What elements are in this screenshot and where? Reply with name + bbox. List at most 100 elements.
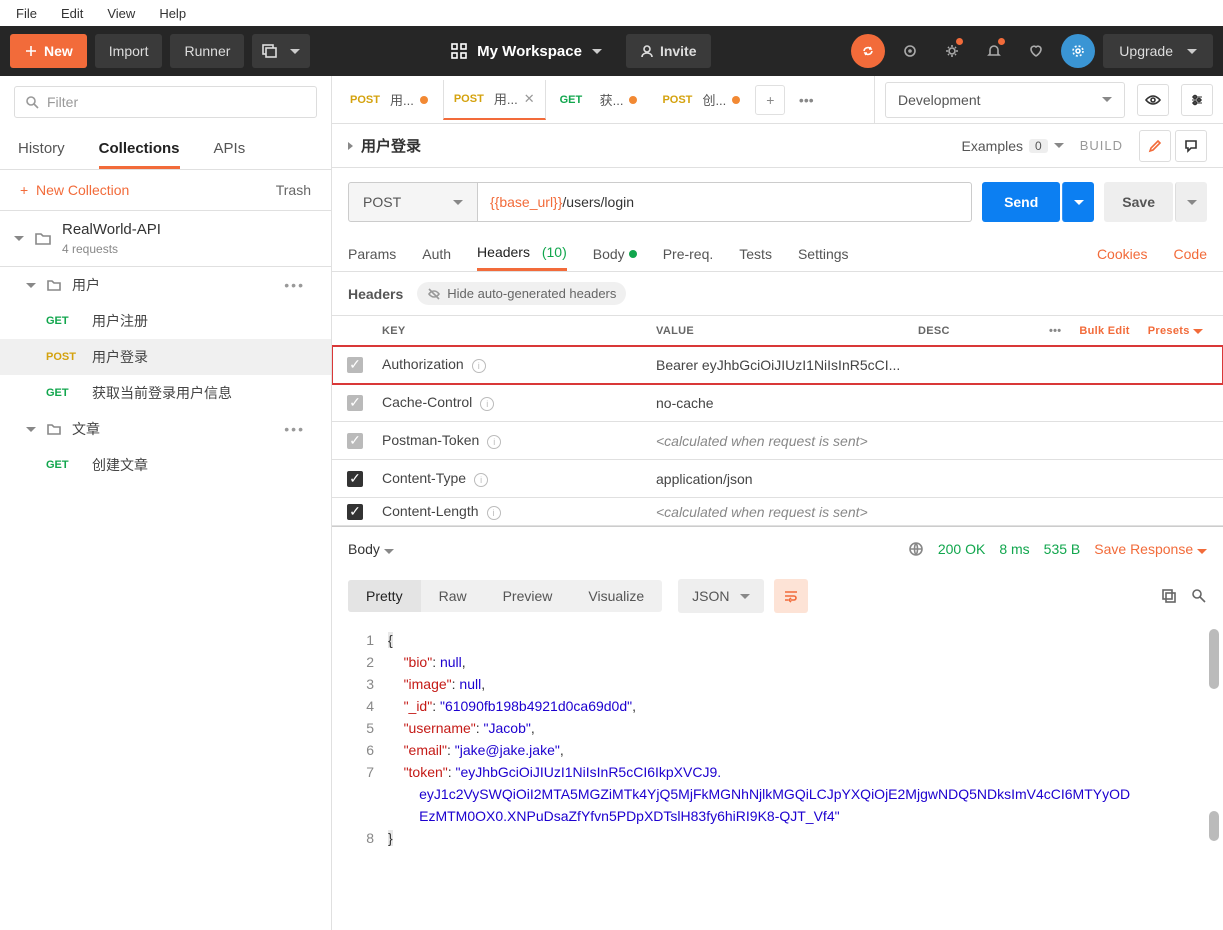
tab-tests[interactable]: Tests xyxy=(739,236,772,271)
header-row[interactable]: ✓ Content-Lengthi <calculated when reque… xyxy=(332,498,1223,526)
tab-body[interactable]: Body xyxy=(593,236,637,271)
import-button[interactable]: Import xyxy=(95,34,163,68)
env-settings-icon[interactable] xyxy=(1181,84,1213,116)
size-text: 535 B xyxy=(1044,541,1081,557)
menu-edit[interactable]: Edit xyxy=(51,4,93,23)
checkbox[interactable]: ✓ xyxy=(347,357,363,373)
format-select[interactable]: JSON xyxy=(678,579,763,613)
sync-icon[interactable] xyxy=(851,34,885,68)
body-dropdown[interactable]: Body xyxy=(348,541,394,557)
scrollbar[interactable] xyxy=(1209,629,1219,689)
tab-collections[interactable]: Collections xyxy=(99,140,180,169)
hide-generated-button[interactable]: Hide auto-generated headers xyxy=(417,282,626,305)
env-preview-icon[interactable] xyxy=(1137,84,1169,116)
time-text: 8 ms xyxy=(999,541,1029,557)
save-response-link[interactable]: Save Response xyxy=(1094,541,1207,557)
request-item[interactable]: GET用户注册 xyxy=(0,303,331,339)
avatar[interactable] xyxy=(1061,34,1095,68)
trash-link[interactable]: Trash xyxy=(276,182,311,198)
runner-button[interactable]: Runner xyxy=(170,34,244,68)
request-name: 用户登录 xyxy=(361,135,421,156)
method-select[interactable]: POST xyxy=(348,182,478,222)
tab-params[interactable]: Params xyxy=(348,236,396,271)
tab-auth[interactable]: Auth xyxy=(422,236,451,271)
header-row[interactable]: ✓ Content-Typei application/json xyxy=(332,460,1223,498)
tab-headers[interactable]: Headers (10) xyxy=(477,236,567,271)
chevron-down-icon xyxy=(14,236,24,241)
folder-item[interactable]: 文章 ••• xyxy=(0,411,331,447)
invite-button[interactable]: Invite xyxy=(626,34,711,68)
cookies-link[interactable]: Cookies xyxy=(1097,246,1148,262)
window-button[interactable] xyxy=(252,34,310,68)
header-row[interactable]: ✓ Cache-Controli no-cache xyxy=(332,384,1223,422)
code-link[interactable]: Code xyxy=(1174,246,1207,262)
bulk-edit-link[interactable]: Bulk Edit xyxy=(1079,325,1129,337)
request-tab[interactable]: POST创... xyxy=(652,80,751,120)
headers-title: Headers xyxy=(348,286,403,302)
scrollbar[interactable] xyxy=(1209,811,1219,841)
more-tabs-icon[interactable]: ••• xyxy=(789,83,823,117)
close-icon[interactable]: ✕ xyxy=(524,91,535,107)
response-body[interactable]: { "bio": null, "image": null, "_id": "61… xyxy=(384,621,1223,871)
new-collection-link[interactable]: + New Collection xyxy=(20,182,129,198)
tab-history[interactable]: History xyxy=(18,140,65,157)
save-dropdown[interactable] xyxy=(1175,182,1207,222)
header-row[interactable]: ✓ Postman-Tokeni <calculated when reques… xyxy=(332,422,1223,460)
menu-view[interactable]: View xyxy=(97,4,145,23)
tab-settings[interactable]: Settings xyxy=(798,236,849,271)
comment-icon[interactable] xyxy=(1175,130,1207,162)
request-tab[interactable]: GET获... xyxy=(550,80,649,120)
more-icon[interactable]: ••• xyxy=(1049,325,1061,337)
url-input[interactable]: {{base_url}}/users/login xyxy=(478,182,972,222)
bell-icon[interactable] xyxy=(977,34,1011,68)
edit-icon[interactable] xyxy=(1139,130,1171,162)
folder-item[interactable]: 用户 ••• xyxy=(0,267,331,303)
collection-item[interactable]: RealWorld-API4 requests xyxy=(0,211,331,267)
save-button[interactable]: Save xyxy=(1104,182,1173,222)
environment-select[interactable]: Development xyxy=(885,82,1125,118)
menu-help[interactable]: Help xyxy=(149,4,196,23)
line-gutter: 12345678 xyxy=(332,621,384,871)
status-text: 200 OK xyxy=(938,541,985,557)
new-button[interactable]: New xyxy=(10,34,87,68)
workspace-name[interactable]: My Workspace xyxy=(477,43,582,60)
send-dropdown[interactable] xyxy=(1062,182,1094,222)
capture-icon[interactable] xyxy=(893,34,927,68)
col-key: KEY xyxy=(378,325,648,337)
checkbox[interactable]: ✓ xyxy=(347,433,363,449)
more-icon[interactable]: ••• xyxy=(284,277,305,293)
info-icon: i xyxy=(472,359,486,373)
add-tab-button[interactable]: + xyxy=(755,85,785,115)
search-icon[interactable] xyxy=(1191,588,1207,604)
view-toggle[interactable]: Pretty Raw Preview Visualize xyxy=(348,580,662,612)
request-item[interactable]: GET获取当前登录用户信息 xyxy=(0,375,331,411)
tab-apis[interactable]: APIs xyxy=(214,140,246,157)
filter-input[interactable]: Filter xyxy=(14,86,317,118)
request-item[interactable]: GET创建文章 xyxy=(0,447,331,483)
build-label: BUILD xyxy=(1080,138,1123,153)
expand-icon[interactable] xyxy=(348,142,353,150)
menu-file[interactable]: File xyxy=(6,4,47,23)
presets-link[interactable]: Presets xyxy=(1148,325,1203,337)
examples-button[interactable]: Examples0 xyxy=(962,138,1064,154)
more-icon[interactable]: ••• xyxy=(284,421,305,437)
col-value: VALUE xyxy=(648,325,918,337)
request-item[interactable]: POST用户登录 xyxy=(0,339,331,375)
wrap-icon[interactable] xyxy=(774,579,808,613)
checkbox[interactable]: ✓ xyxy=(347,395,363,411)
checkbox[interactable]: ✓ xyxy=(347,504,363,520)
checkbox[interactable]: ✓ xyxy=(347,471,363,487)
request-tab[interactable]: POST用...✕ xyxy=(443,80,546,120)
header-row[interactable]: ✓ Authorizationi Bearer eyJhbGciOiJIUzI1… xyxy=(332,346,1223,384)
folder-icon xyxy=(34,230,52,248)
copy-icon[interactable] xyxy=(1161,588,1177,604)
globe-icon[interactable] xyxy=(908,541,924,557)
tab-prereq[interactable]: Pre-req. xyxy=(663,236,714,271)
request-tab[interactable]: POST用... xyxy=(340,80,439,120)
grid-icon xyxy=(451,43,467,59)
heart-icon[interactable] xyxy=(1019,34,1053,68)
send-button[interactable]: Send xyxy=(982,182,1060,222)
settings-icon[interactable] xyxy=(935,34,969,68)
upgrade-button[interactable]: Upgrade xyxy=(1103,34,1213,68)
col-desc: DESC xyxy=(918,325,976,337)
